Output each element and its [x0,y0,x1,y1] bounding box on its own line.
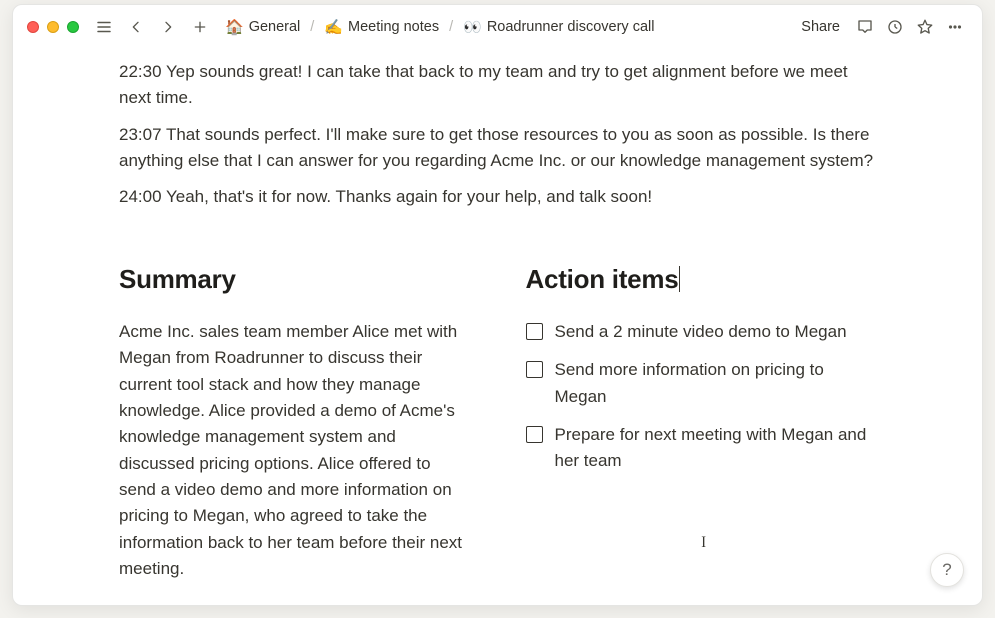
maximize-window-dot[interactable] [67,21,79,33]
comments-button[interactable] [852,14,878,40]
page-content[interactable]: 22:30 Yep sounds great! I can take that … [13,49,982,582]
breadcrumb-sep: / [447,19,455,35]
breadcrumb-seg-meeting-notes[interactable]: ✍️ Meeting notes [320,17,443,37]
window-controls [27,21,79,33]
minimize-window-dot[interactable] [47,21,59,33]
action-items-heading[interactable]: Action items [526,259,877,299]
updates-button[interactable] [882,14,908,40]
help-button[interactable]: ? [930,553,964,587]
todo-item[interactable]: Send more information on pricing to Mega… [526,357,877,410]
transcript-text: That sounds perfect. I'll make sure to g… [119,125,873,170]
share-button[interactable]: Share [793,16,848,38]
sidebar-toggle-button[interactable] [91,14,117,40]
transcript-line[interactable]: 22:30 Yep sounds great! I can take that … [119,59,876,112]
summary-body[interactable]: Acme Inc. sales team member Alice met wi… [119,319,470,582]
todo-text[interactable]: Prepare for next meeting with Megan and … [555,422,877,475]
topbar-actions: Share [793,14,968,40]
summary-heading[interactable]: Summary [119,259,470,299]
new-tab-button[interactable] [187,14,213,40]
transcript-ts: 24:00 [119,187,162,206]
transcript-ts: 22:30 [119,62,162,81]
action-items-column[interactable]: Action items Send a 2 minute video demo … [526,259,877,583]
nav-back-button[interactable] [123,14,149,40]
transcript-ts: 23:07 [119,125,162,144]
todo-item[interactable]: Prepare for next meeting with Megan and … [526,422,877,475]
transcript-text: Yep sounds great! I can take that back t… [119,62,848,107]
eyes-icon: 👀 [463,20,482,35]
breadcrumb-seg-current[interactable]: 👀 Roadrunner discovery call [459,17,658,37]
breadcrumb-seg-general[interactable]: 🏠 General [221,17,304,37]
breadcrumb-label: General [249,19,301,35]
breadcrumb-label: Meeting notes [348,19,439,35]
transcript-text: Yeah, that's it for now. Thanks again fo… [166,187,652,206]
close-window-dot[interactable] [27,21,39,33]
checkbox[interactable] [526,426,543,443]
summary-column[interactable]: Summary Acme Inc. sales team member Alic… [119,259,470,583]
nav-forward-button[interactable] [155,14,181,40]
todo-text[interactable]: Send a 2 minute video demo to Megan [555,319,847,345]
two-column-layout: Summary Acme Inc. sales team member Alic… [119,259,876,583]
writing-hand-icon: ✍️ [324,20,343,35]
topbar: 🏠 General / ✍️ Meeting notes / 👀 Roadrun… [13,5,982,49]
app-window: 🏠 General / ✍️ Meeting notes / 👀 Roadrun… [12,4,983,606]
breadcrumb: 🏠 General / ✍️ Meeting notes / 👀 Roadrun… [221,17,787,37]
breadcrumb-sep: / [308,19,316,35]
home-icon: 🏠 [225,20,244,35]
checkbox[interactable] [526,361,543,378]
checkbox[interactable] [526,323,543,340]
transcript-line[interactable]: 24:00 Yeah, that's it for now. Thanks ag… [119,184,876,210]
todo-text[interactable]: Send more information on pricing to Mega… [555,357,877,410]
transcript-line[interactable]: 23:07 That sounds perfect. I'll make sur… [119,122,876,175]
more-menu-button[interactable] [942,14,968,40]
todo-item[interactable]: Send a 2 minute video demo to Megan [526,319,877,345]
breadcrumb-label: Roadrunner discovery call [487,19,655,35]
favorite-button[interactable] [912,14,938,40]
